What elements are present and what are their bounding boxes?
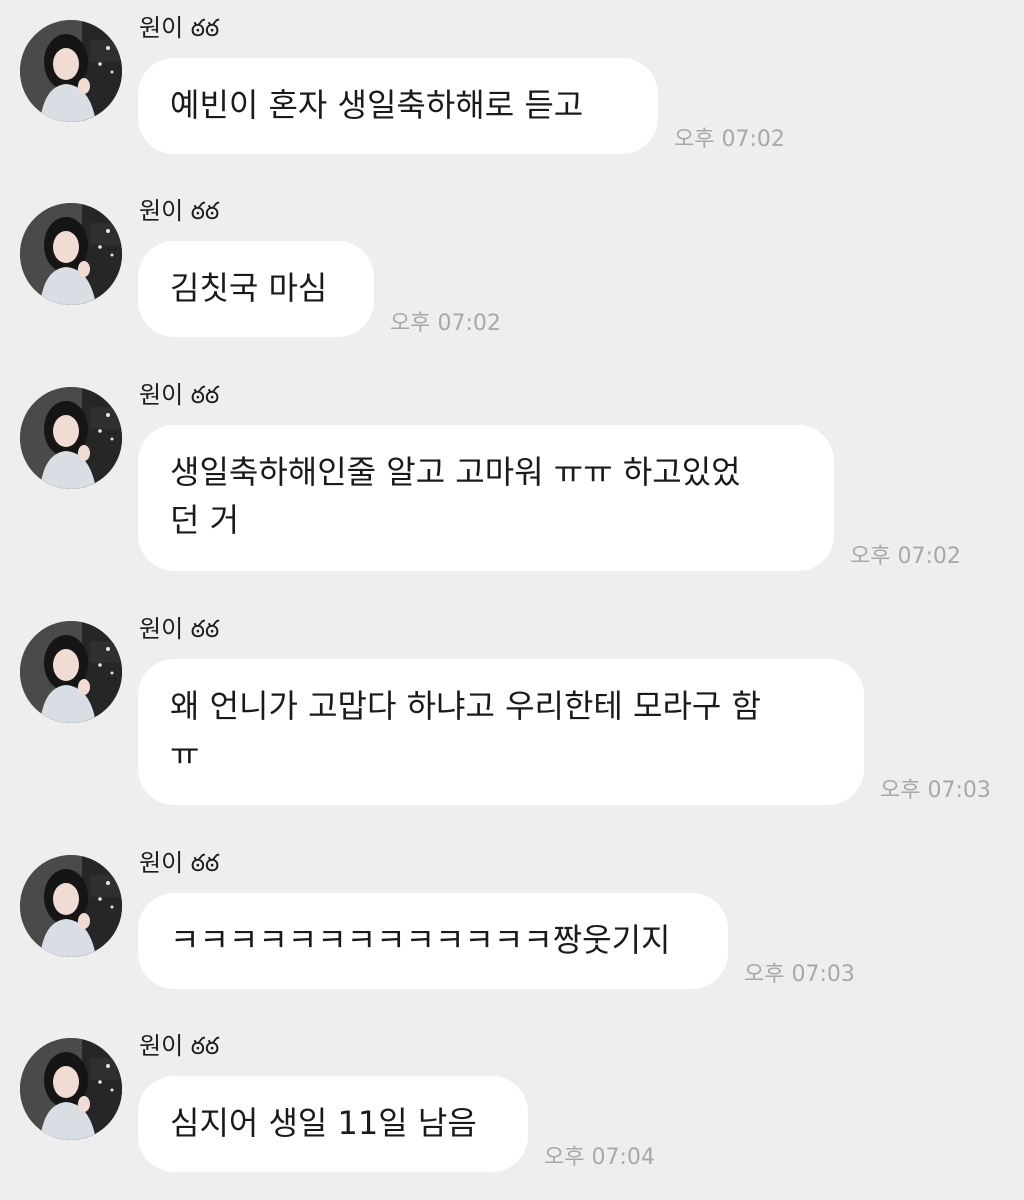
- sender-name: 원이 ఠఠ: [139, 197, 220, 225]
- message-timestamp: 오후 07:02: [390, 311, 501, 336]
- sender-name: 원이 ఠఠ: [139, 381, 220, 409]
- message-bubble[interactable]: 왜 언니가 고맙다 하냐고 우리한테 모라구 함 ㅠ: [138, 659, 864, 805]
- message-timestamp: 오후 07:04: [544, 1145, 655, 1170]
- sender-name: 원이 ఠఠ: [139, 849, 220, 877]
- sender-name: 원이 ఠఠ: [139, 1032, 220, 1060]
- message-timestamp: 오후 07:03: [744, 962, 855, 987]
- avatar[interactable]: [20, 203, 122, 305]
- profile-photo-icon: [20, 621, 122, 723]
- message-timestamp: 오후 07:03: [880, 778, 991, 803]
- message-timestamp: 오후 07:02: [674, 127, 785, 152]
- profile-photo-icon: [20, 855, 122, 957]
- message-bubble[interactable]: ㅋㅋㅋㅋㅋㅋㅋㅋㅋㅋㅋㅋㅋ짱웃기지: [138, 893, 728, 989]
- sender-name: 원이 ఠఠ: [139, 615, 220, 643]
- profile-photo-icon: [20, 203, 122, 305]
- avatar[interactable]: [20, 1038, 122, 1140]
- avatar[interactable]: [20, 20, 122, 122]
- message-timestamp: 오후 07:02: [850, 544, 961, 569]
- message-bubble[interactable]: 심지어 생일 11일 남음: [138, 1076, 528, 1172]
- message-bubble[interactable]: 생일축하해인줄 알고 고마워 ㅠㅠ 하고있었 던 거: [138, 425, 834, 571]
- message-bubble[interactable]: 김칫국 마심: [138, 241, 374, 337]
- profile-photo-icon: [20, 387, 122, 489]
- avatar[interactable]: [20, 621, 122, 723]
- avatar[interactable]: [20, 387, 122, 489]
- profile-photo-icon: [20, 20, 122, 122]
- sender-name: 원이 ఠఠ: [139, 14, 220, 42]
- avatar[interactable]: [20, 855, 122, 957]
- message-bubble[interactable]: 예빈이 혼자 생일축하해로 듣고: [138, 58, 658, 154]
- profile-photo-icon: [20, 1038, 122, 1140]
